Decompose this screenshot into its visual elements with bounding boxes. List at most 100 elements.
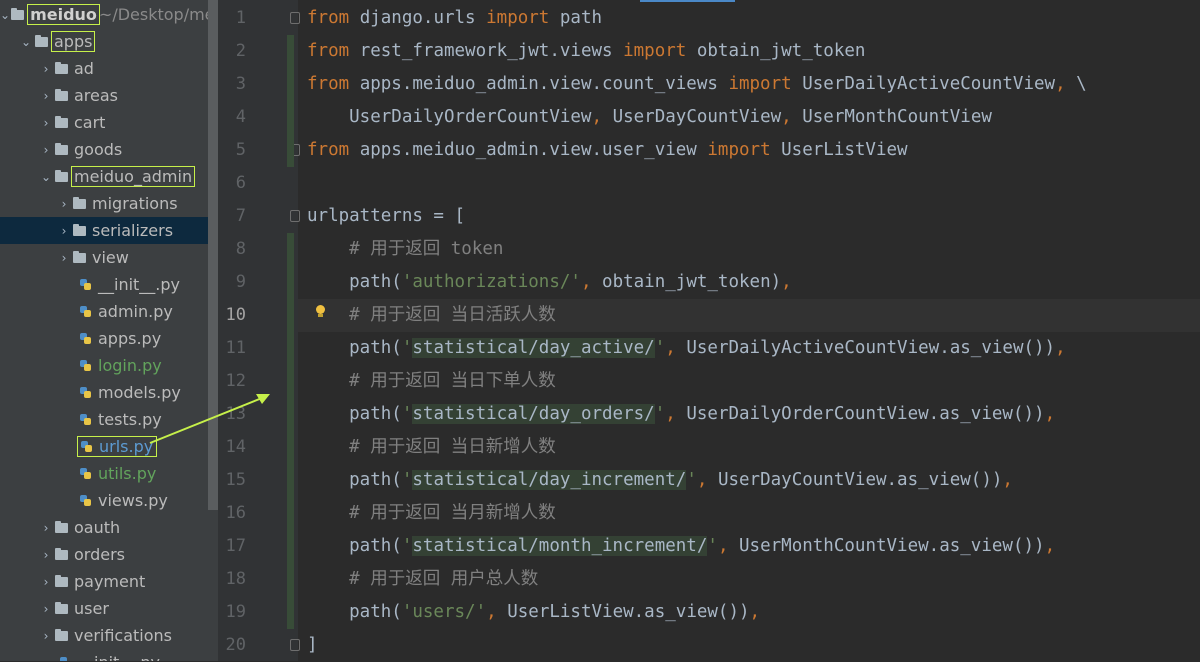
code-token: , — [717, 536, 729, 556]
chevron-right-icon[interactable]: › — [38, 143, 54, 157]
tree-root-meiduo[interactable]: ⌄ meiduo ~/Desktop/meid — [0, 1, 218, 28]
code-line[interactable] — [298, 167, 1200, 200]
code-token: statistical/day_active/ — [412, 338, 655, 358]
tree-item-user[interactable]: › user — [0, 595, 218, 622]
chevron-right-icon[interactable]: › — [38, 116, 54, 130]
tree-root-path: ~/Desktop/meid — [98, 5, 218, 24]
sidebar-scrollbar[interactable] — [208, 0, 218, 510]
tree-item-cart[interactable]: › cart — [0, 109, 218, 136]
tree-item-serializers[interactable]: › serializers — [0, 217, 218, 244]
code-token: , — [696, 470, 708, 490]
tree-item-view[interactable]: › view — [0, 244, 218, 271]
chevron-down-icon[interactable]: ⌄ — [0, 8, 10, 22]
tree-item-orders[interactable]: › orders — [0, 541, 218, 568]
fold-marker-icon[interactable] — [290, 639, 300, 651]
code-line[interactable]: from apps.meiduo_admin.view.user_view im… — [298, 134, 1200, 167]
code-line[interactable]: path('statistical/day_orders/', UserDail… — [298, 398, 1200, 431]
code-token: 'authorizations/' — [401, 272, 581, 292]
tree-item-ad[interactable]: › ad — [0, 55, 218, 82]
line-number: 13 — [225, 404, 246, 424]
line-number: 5 — [235, 140, 246, 160]
code-line[interactable]: ] — [298, 629, 1200, 662]
chevron-down-icon[interactable]: ⌄ — [38, 170, 54, 184]
tree-file-utils[interactable]: utils.py — [0, 460, 218, 487]
chevron-right-icon[interactable]: › — [38, 575, 54, 589]
code-line[interactable]: urlpatterns = [ — [298, 200, 1200, 233]
chevron-down-icon[interactable]: ⌄ — [18, 35, 34, 49]
code-line[interactable]: # 用于返回 当日下单人数 — [298, 365, 1200, 398]
code-line[interactable]: from rest_framework_jwt.views import obt… — [298, 35, 1200, 68]
tree-file-urls[interactable]: urls.py — [0, 433, 218, 460]
fold-marker-icon[interactable] — [290, 210, 300, 222]
tree-item-apps[interactable]: ⌄ apps — [0, 28, 218, 55]
code-token: , — [580, 272, 592, 292]
line-number: 14 — [225, 437, 246, 457]
tree-file-init[interactable]: __init__.py — [0, 271, 218, 298]
chevron-right-icon[interactable]: › — [38, 62, 54, 76]
code-line[interactable]: from apps.meiduo_admin.view.count_views … — [298, 68, 1200, 101]
tree-file-tests[interactable]: tests.py — [0, 406, 218, 433]
tree-item-label: view — [92, 248, 129, 267]
code-line[interactable]: # 用于返回 token — [298, 233, 1200, 266]
chevron-right-icon[interactable]: › — [38, 521, 54, 535]
line-number: 20 — [225, 635, 246, 655]
code-line[interactable]: path('statistical/day_active/', UserDail… — [298, 332, 1200, 365]
code-token: path( — [307, 470, 402, 490]
tree-item-goods[interactable]: › goods — [0, 136, 218, 163]
tree-item-oauth[interactable]: › oauth — [0, 514, 218, 541]
code-token: obtain_jwt_token) — [591, 272, 782, 292]
code-line[interactable]: # 用于返回 当日新增人数 — [298, 431, 1200, 464]
code-line[interactable]: path('statistical/month_increment/', Use… — [298, 530, 1200, 563]
line-number: 7 — [235, 206, 246, 226]
code-line[interactable]: path('authorizations/', obtain_jwt_token… — [298, 266, 1200, 299]
chevron-right-icon[interactable]: › — [38, 602, 54, 616]
code-token: ' — [401, 470, 413, 490]
tree-file-init-apps[interactable]: __init__.py — [0, 649, 218, 661]
folder-icon — [54, 142, 69, 157]
chevron-right-icon[interactable]: › — [56, 224, 72, 238]
chevron-right-icon[interactable]: › — [38, 548, 54, 562]
tree-file-models[interactable]: models.py — [0, 379, 218, 406]
tree-item-meiduo-admin[interactable]: ⌄ meiduo_admin — [0, 163, 218, 190]
code-token: , — [1044, 404, 1056, 424]
tree-file-login[interactable]: login.py — [0, 352, 218, 379]
folder-icon — [10, 7, 25, 22]
code-line[interactable]: UserDailyOrderCountView, UserDayCountVie… — [298, 101, 1200, 134]
code-token: from — [307, 140, 350, 160]
tree-item-label: apps.py — [98, 329, 162, 348]
code-token: # 用于返回 用户总人数 — [307, 569, 539, 589]
tree-item-label: ad — [74, 59, 94, 78]
chevron-right-icon[interactable]: › — [56, 197, 72, 211]
code-line[interactable]: # 用于返回 当日活跃人数 — [298, 299, 1200, 332]
vcs-change-marker[interactable] — [287, 35, 294, 167]
code-token: , — [1055, 74, 1066, 94]
code-line[interactable]: path('users/', UserListView.as_view()), — [298, 596, 1200, 629]
tree-item-migrations[interactable]: › migrations — [0, 190, 218, 217]
tree-file-admin[interactable]: admin.py — [0, 298, 218, 325]
line-number: 8 — [235, 239, 246, 259]
tree-item-areas[interactable]: › areas — [0, 82, 218, 109]
code-line[interactable]: path('statistical/day_increment/', UserD… — [298, 464, 1200, 497]
folder-icon — [54, 115, 69, 130]
line-number: 3 — [235, 74, 246, 94]
tree-item-verifications[interactable]: › verifications — [0, 622, 218, 649]
code-token: UserDailyActiveCountView — [791, 74, 1056, 94]
tree-file-apps[interactable]: apps.py — [0, 325, 218, 352]
tree-file-views[interactable]: views.py — [0, 487, 218, 514]
vcs-change-marker[interactable] — [287, 233, 294, 629]
code-token: , — [486, 602, 497, 622]
tree-item-label: login.py — [98, 356, 162, 375]
fold-marker-icon[interactable] — [290, 12, 300, 24]
code-line[interactable]: from django.urls import path — [298, 2, 1200, 35]
tree-item-label: areas — [74, 86, 119, 105]
tree-item-label: __init__.py — [98, 275, 181, 294]
chevron-right-icon[interactable]: › — [38, 89, 54, 103]
chevron-right-icon[interactable]: › — [56, 251, 72, 265]
code-line[interactable]: # 用于返回 用户总人数 — [298, 563, 1200, 596]
tree-item-label: oauth — [74, 518, 121, 537]
lightbulb-icon[interactable] — [316, 305, 325, 317]
code-line[interactable]: # 用于返回 当月新增人数 — [298, 497, 1200, 530]
folder-icon — [72, 223, 87, 238]
chevron-right-icon[interactable]: › — [38, 629, 54, 643]
tree-item-payment[interactable]: › payment — [0, 568, 218, 595]
